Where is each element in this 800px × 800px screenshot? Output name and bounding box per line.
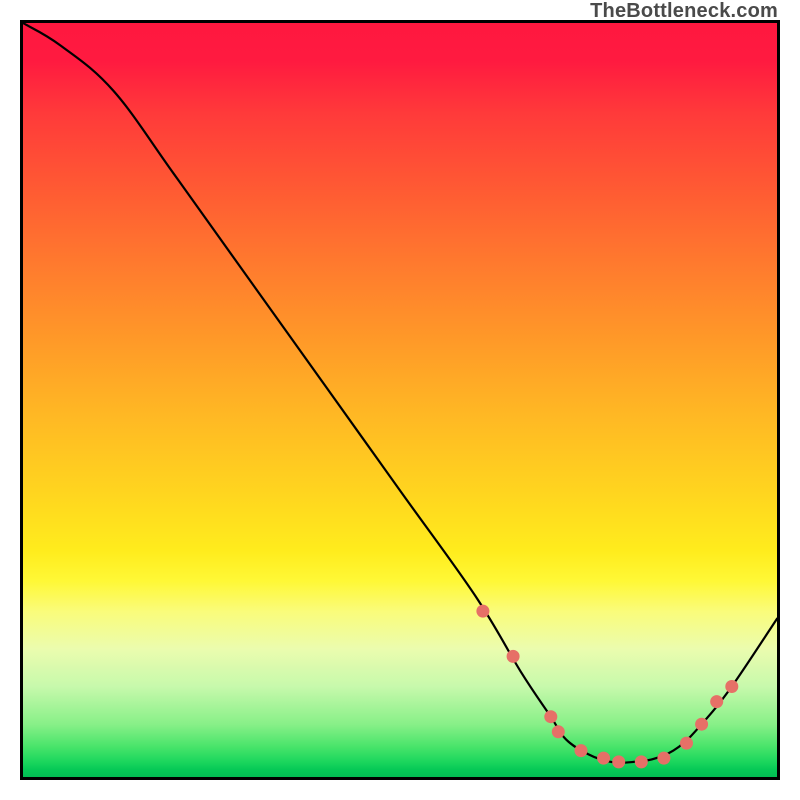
data-point [552,725,565,738]
data-point [612,755,625,768]
data-point [710,695,723,708]
data-point [680,737,693,750]
data-point [635,755,648,768]
chart-container: TheBottleneck.com [0,0,800,800]
data-point [695,718,708,731]
plot-area [20,20,780,780]
bottleneck-curve [23,23,777,763]
data-point [597,752,610,765]
data-point [657,752,670,765]
data-points-group [476,605,738,769]
data-point [544,710,557,723]
chart-svg [23,23,777,777]
data-point [476,605,489,618]
data-point [725,680,738,693]
data-point [575,744,588,757]
data-point [507,650,520,663]
